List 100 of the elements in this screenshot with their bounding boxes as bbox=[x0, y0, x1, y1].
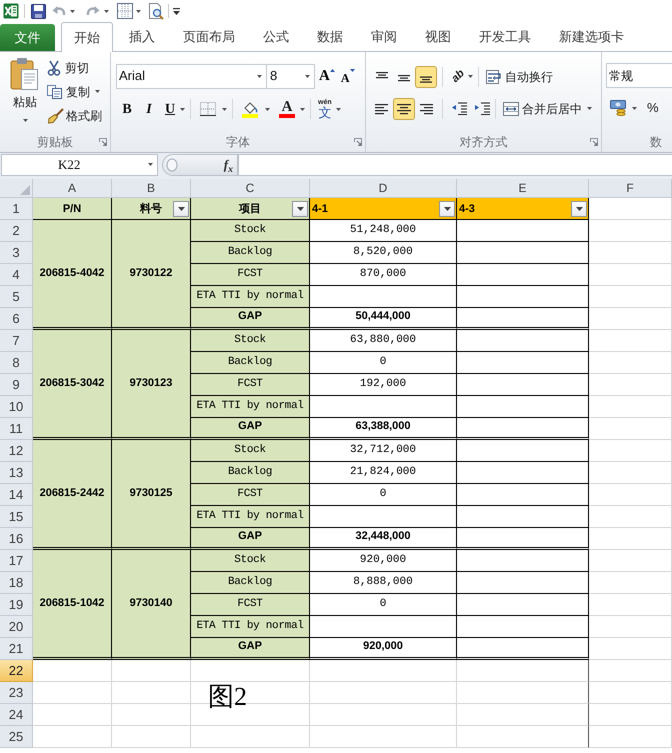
caret-icon[interactable] bbox=[178, 207, 184, 211]
align-left-icon[interactable] bbox=[375, 102, 389, 114]
number-format-field[interactable]: 常规 bbox=[606, 63, 672, 88]
border-grid-icon[interactable] bbox=[117, 3, 133, 19]
row-header[interactable]: 3 bbox=[0, 242, 33, 264]
column-header[interactable]: F bbox=[589, 179, 672, 198]
row-header[interactable]: 13 bbox=[0, 462, 33, 484]
grow-font-button[interactable]: A bbox=[319, 68, 335, 84]
ribbon-tab[interactable]: 数据 bbox=[305, 22, 355, 51]
column-header[interactable]: A bbox=[33, 179, 112, 198]
currency-icon[interactable] bbox=[610, 100, 627, 116]
customize-icon[interactable] bbox=[173, 8, 180, 14]
file-tab[interactable]: 文件 bbox=[0, 24, 55, 51]
row-header[interactable]: 14 bbox=[0, 484, 33, 506]
filter-button[interactable] bbox=[439, 201, 455, 217]
caret-icon[interactable] bbox=[336, 108, 341, 110]
row-header[interactable]: 7 bbox=[0, 330, 33, 352]
bold-button[interactable]: B bbox=[116, 98, 138, 120]
row-header[interactable]: 16 bbox=[0, 528, 33, 550]
dialog-launcher-icon[interactable] bbox=[590, 138, 598, 146]
caret-icon[interactable] bbox=[95, 90, 100, 93]
align-bottom-button[interactable] bbox=[415, 66, 437, 88]
row-header[interactable]: 5 bbox=[0, 286, 33, 308]
orientation-button[interactable]: ab bbox=[448, 66, 468, 86]
font-color-button[interactable]: A bbox=[278, 100, 296, 118]
caret-icon[interactable] bbox=[265, 108, 270, 110]
formula-input[interactable] bbox=[238, 154, 672, 176]
paste-button[interactable]: 粘贴 bbox=[10, 57, 40, 111]
row-header[interactable]: 23 bbox=[0, 682, 33, 704]
format-painter-button[interactable]: 格式刷 bbox=[47, 107, 102, 124]
column-header[interactable]: D bbox=[310, 179, 457, 198]
row-header[interactable]: 17 bbox=[0, 550, 33, 572]
row-header[interactable]: 2 bbox=[0, 220, 33, 242]
caret-icon[interactable] bbox=[444, 207, 450, 211]
wrap-text-button[interactable]: 自动换行 bbox=[486, 68, 553, 86]
row-header[interactable]: 24 bbox=[0, 704, 33, 726]
ribbon-tab[interactable]: 公式 bbox=[251, 22, 301, 51]
caret-icon[interactable] bbox=[222, 108, 227, 110]
caret-icon[interactable] bbox=[22, 119, 28, 122]
row-header[interactable]: 22 bbox=[0, 660, 33, 682]
cut-button[interactable]: 剪切 bbox=[47, 59, 102, 76]
caret-icon[interactable] bbox=[148, 163, 153, 166]
row-header[interactable]: 18 bbox=[0, 572, 33, 594]
ribbon-tab[interactable]: 审阅 bbox=[359, 22, 409, 51]
scissors-icon[interactable] bbox=[47, 60, 61, 76]
font-name-field[interactable]: Arial bbox=[116, 64, 267, 88]
filter-button[interactable] bbox=[292, 201, 308, 217]
column-header[interactable]: E bbox=[457, 179, 589, 198]
dialog-launcher-icon[interactable] bbox=[354, 138, 362, 146]
caret-icon[interactable] bbox=[257, 74, 262, 78]
shrink-font-button[interactable]: A bbox=[340, 68, 355, 84]
caret-icon[interactable] bbox=[300, 108, 305, 110]
row-header[interactable]: 19 bbox=[0, 594, 33, 616]
ribbon-tab[interactable]: 插入 bbox=[117, 22, 167, 51]
increase-indent-icon[interactable] bbox=[475, 102, 490, 115]
caret-icon[interactable] bbox=[468, 75, 473, 78]
splitter-handle-icon[interactable] bbox=[166, 158, 178, 172]
down-triangle-icon[interactable] bbox=[350, 68, 355, 72]
caret-icon[interactable] bbox=[587, 107, 592, 110]
filter-button[interactable] bbox=[571, 201, 587, 217]
caret-icon[interactable] bbox=[104, 10, 109, 12]
wrap-text-icon[interactable] bbox=[486, 70, 502, 84]
ribbon-tab[interactable]: 开始 bbox=[61, 22, 113, 52]
column-header[interactable]: B bbox=[112, 179, 191, 198]
ribbon-tab[interactable]: 开发工具 bbox=[467, 22, 543, 51]
column-header[interactable]: C bbox=[191, 179, 310, 198]
align-center-button[interactable] bbox=[393, 98, 415, 120]
copy-button[interactable]: 复制 bbox=[47, 83, 90, 100]
ribbon-tab[interactable]: 视图 bbox=[413, 22, 463, 51]
up-triangle-icon[interactable] bbox=[330, 68, 335, 72]
row-header[interactable]: 11 bbox=[0, 418, 33, 440]
caret-icon[interactable] bbox=[632, 106, 637, 110]
merge-center-button[interactable]: 合并后居中 bbox=[503, 100, 582, 118]
print-preview-icon[interactable] bbox=[148, 2, 164, 20]
spreadsheet-logo-icon[interactable] bbox=[3, 3, 19, 19]
row-header[interactable]: 9 bbox=[0, 374, 33, 396]
caret-icon[interactable] bbox=[70, 10, 75, 12]
caret-icon[interactable] bbox=[136, 10, 141, 12]
row-header[interactable]: 4 bbox=[0, 264, 33, 286]
row-header[interactable]: 12 bbox=[0, 440, 33, 462]
caret-icon[interactable] bbox=[305, 74, 310, 78]
name-box[interactable]: K22 bbox=[1, 154, 158, 176]
underline-button[interactable]: U bbox=[160, 98, 180, 120]
clipboard-icon[interactable] bbox=[10, 57, 40, 91]
row-header[interactable]: 20 bbox=[0, 616, 33, 638]
brush-icon[interactable] bbox=[47, 108, 64, 124]
ribbon-tab[interactable]: 页面布局 bbox=[171, 22, 247, 51]
row-header[interactable]: 25 bbox=[0, 726, 33, 748]
align-center-icon[interactable] bbox=[397, 102, 411, 114]
percent-button[interactable]: % bbox=[647, 98, 659, 118]
caret-icon[interactable] bbox=[576, 207, 582, 211]
caret-icon[interactable] bbox=[296, 207, 304, 211]
align-right-icon[interactable] bbox=[419, 102, 433, 114]
row-header[interactable]: 10 bbox=[0, 396, 33, 418]
border-icon[interactable] bbox=[200, 102, 216, 116]
filter-button[interactable] bbox=[173, 201, 189, 217]
copy-icon[interactable] bbox=[47, 84, 62, 98]
decrease-indent-icon[interactable] bbox=[452, 102, 467, 115]
ribbon-tab[interactable]: 新建选项卡 bbox=[547, 22, 636, 51]
row-header[interactable]: 15 bbox=[0, 506, 33, 528]
